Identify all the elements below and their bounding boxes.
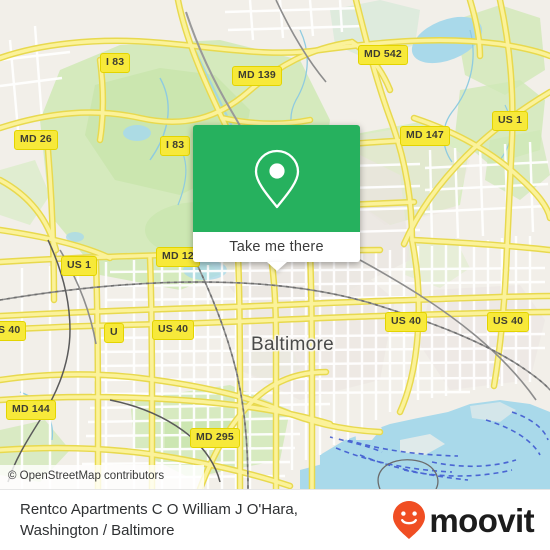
road-shield: I 83 <box>160 136 191 156</box>
road-shield: MD 139 <box>232 66 282 86</box>
road-shield: US 1 <box>61 256 98 276</box>
road-shield: US 40 <box>152 320 195 340</box>
road-shield: MD 542 <box>358 45 408 65</box>
location-caption: Rentco Apartments C O William J O'Hara, … <box>20 500 298 539</box>
popup-pointer-tail <box>266 262 287 271</box>
road-shield: US 40 <box>385 312 428 332</box>
popup-image-area <box>193 125 360 232</box>
map-screenshot: I 83 MD 139 MD 542 US 1 MD 26 I 83 MD 14… <box>0 0 550 550</box>
road-shield: US 40 <box>487 312 530 332</box>
moovit-logo[interactable]: moovit <box>392 500 535 540</box>
road-shield: MD 26 <box>14 130 58 150</box>
location-popup-card[interactable]: Take me there <box>193 125 360 271</box>
road-shield: I 83 <box>100 53 131 73</box>
attribution-text: © OpenStreetMap contributors <box>8 470 165 483</box>
road-shield: S 40 <box>0 321 27 341</box>
road-shield: US 1 <box>492 111 529 131</box>
bottom-info-bar: Rentco Apartments C O William J O'Hara, … <box>0 489 550 550</box>
road-shield: MD 147 <box>400 126 450 146</box>
map-canvas[interactable]: I 83 MD 139 MD 542 US 1 MD 26 I 83 MD 14… <box>0 0 550 489</box>
popup-action-bar[interactable]: Take me there <box>193 232 360 271</box>
map-attribution: © OpenStreetMap contributors <box>0 465 204 489</box>
map-pin-icon <box>254 149 299 208</box>
road-shield: MD 295 <box>190 428 240 448</box>
road-shield: MD 144 <box>6 400 56 420</box>
take-me-there-label: Take me there <box>229 238 324 255</box>
road-shield: U <box>104 323 124 343</box>
moovit-wordmark: moovit <box>429 501 534 539</box>
moovit-smiley-pin-icon <box>393 501 426 539</box>
